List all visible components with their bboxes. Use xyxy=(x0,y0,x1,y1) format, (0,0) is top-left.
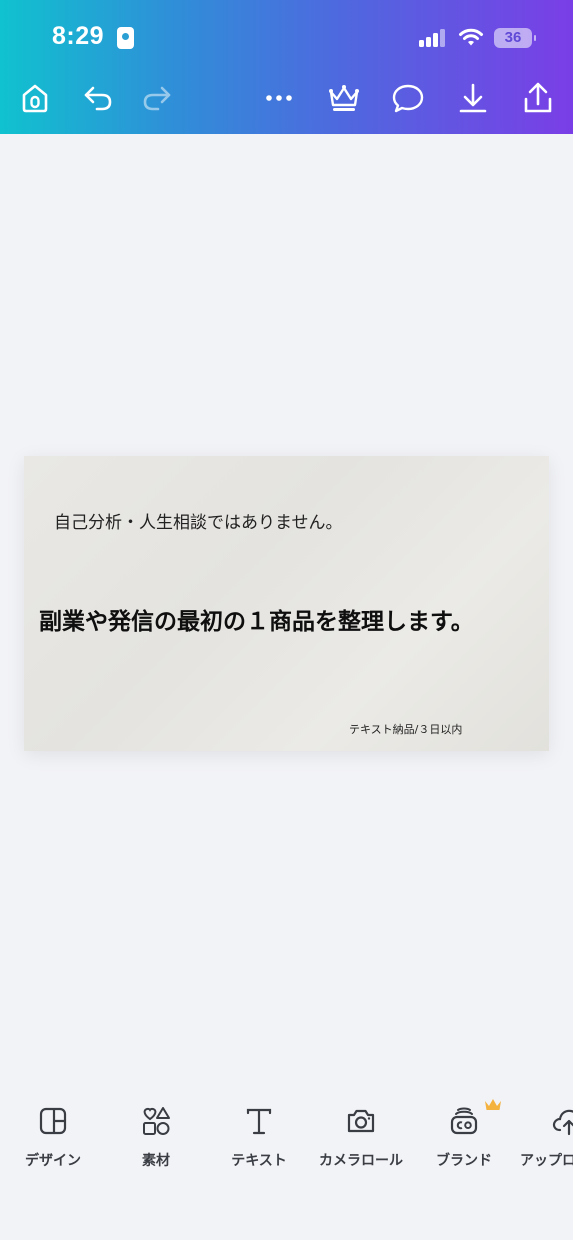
nav-upload-label: アップロ xyxy=(520,1153,573,1169)
nav-brand-label: ブランド xyxy=(436,1153,492,1169)
nav-text-label: テキスト xyxy=(231,1153,287,1169)
signal-icon xyxy=(419,29,446,47)
elements-icon xyxy=(143,1107,170,1135)
redo-icon[interactable] xyxy=(139,80,175,116)
nav-brand[interactable]: ブランド xyxy=(412,1099,516,1184)
home-icon[interactable] xyxy=(17,80,53,116)
id-card-icon xyxy=(117,27,134,49)
top-toolbar: 8:29 36 xyxy=(0,0,573,134)
upload-cloud-icon xyxy=(552,1109,573,1136)
nav-camera-roll[interactable]: カメラロール xyxy=(309,1104,413,1184)
nav-upload[interactable]: アップロ xyxy=(514,1104,573,1184)
status-bar: 8:29 36 xyxy=(0,0,573,76)
share-icon[interactable] xyxy=(520,80,556,116)
undo-icon[interactable] xyxy=(80,80,116,116)
design-footnote[interactable]: テキスト納品/３日以内 xyxy=(349,721,462,737)
design-headline[interactable]: 副業や発信の最初の１商品を整理します。 xyxy=(39,602,474,636)
design-layout-icon xyxy=(39,1107,67,1135)
download-icon[interactable] xyxy=(455,80,491,116)
nav-elements-label: 素材 xyxy=(142,1153,170,1169)
design-page[interactable]: 自己分析・人生相談ではありません。 副業や発信の最初の１商品を整理します。 テキ… xyxy=(24,456,549,751)
nav-design[interactable]: デザイン xyxy=(1,1104,105,1184)
nav-design-label: デザイン xyxy=(25,1153,81,1169)
wifi-icon xyxy=(459,28,483,46)
nav-text[interactable]: テキスト xyxy=(207,1104,311,1184)
design-subtitle[interactable]: 自己分析・人生相談ではありません。 xyxy=(54,508,343,533)
brand-icon xyxy=(450,1107,478,1135)
crown-icon[interactable] xyxy=(326,80,362,116)
more-icon[interactable] xyxy=(261,80,297,116)
camera-icon xyxy=(347,1109,375,1133)
nav-camera-roll-label: カメラロール xyxy=(319,1153,403,1169)
bottom-toolbar: デザイン 素材 テキスト カメラロール ブランド アップロ xyxy=(0,1084,573,1240)
text-icon xyxy=(246,1108,272,1135)
premium-crown-icon xyxy=(485,1099,501,1110)
comment-icon[interactable] xyxy=(390,80,426,116)
status-time: 8:29 xyxy=(52,22,105,50)
nav-elements[interactable]: 素材 xyxy=(104,1104,208,1184)
battery-icon: 36 xyxy=(494,28,536,48)
